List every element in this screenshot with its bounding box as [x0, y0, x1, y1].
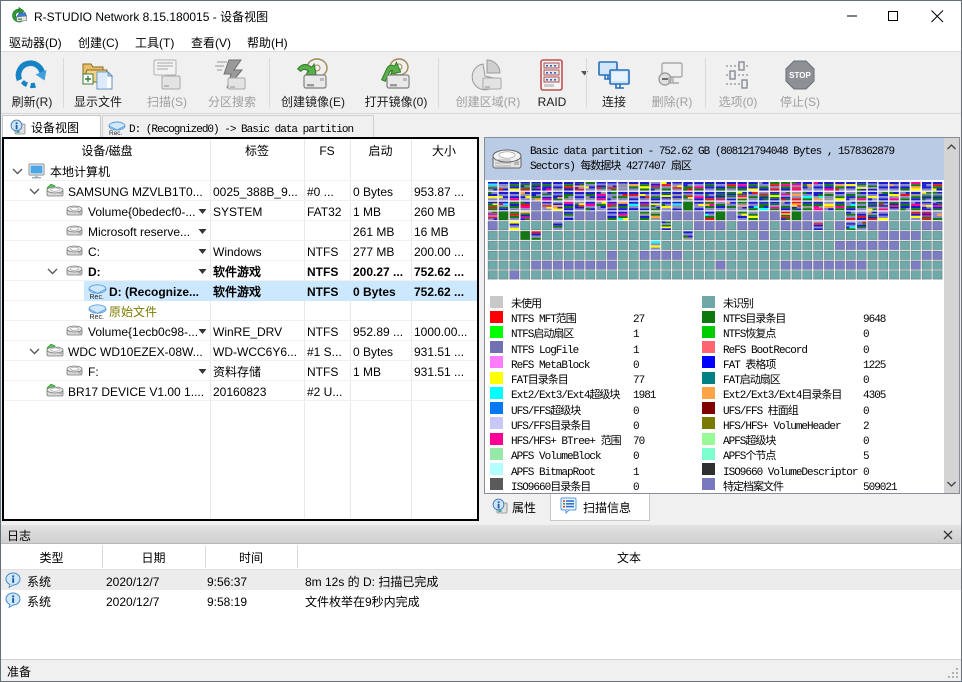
svg-text:Rec.: Rec. [109, 130, 123, 136]
svg-text:STOP: STOP [789, 71, 811, 80]
svg-text:Rec.: Rec. [90, 294, 104, 300]
svg-text:Rec.: Rec. [90, 314, 104, 320]
